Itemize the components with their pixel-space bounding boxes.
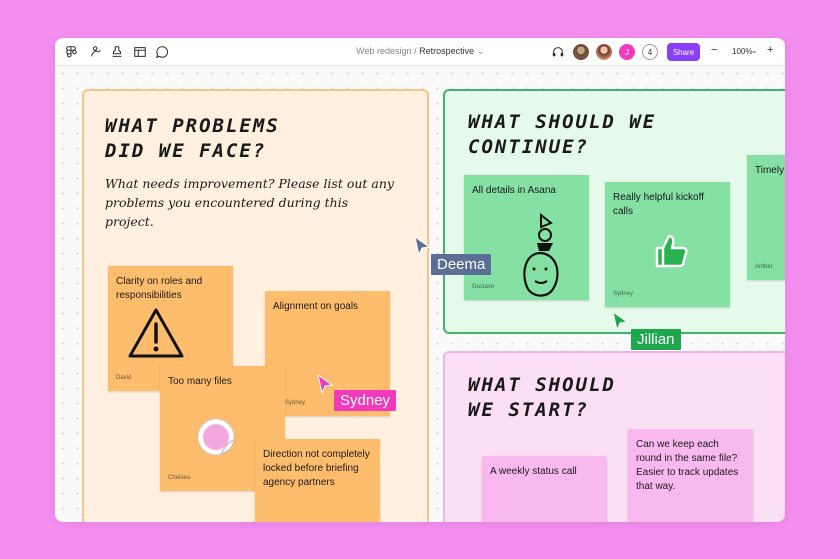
toolbar: Web redesign / Retrospective ⌄ J 4 Share … [55,38,785,66]
note-author: Sydney [285,400,306,406]
breadcrumb-current[interactable]: Retrospective [419,46,474,56]
avatar[interactable] [596,44,612,60]
sticky-note-text: Timely [755,165,785,176]
problems-subtitle: What needs improvement? Please list out … [105,176,394,229]
cursor-arrow-icon [612,311,629,331]
peel-sticker-icon [197,418,235,456]
note-author: Amber [755,264,773,270]
whiteboard-canvas[interactable]: WHAT PROBLEMS DID WE FACE? What needs im… [55,66,785,522]
avatar[interactable] [573,44,589,60]
note-author: Chelsea [168,475,191,481]
headphones-icon[interactable] [550,44,566,60]
face-doodle-icon [523,213,559,297]
zoom-in-button[interactable]: + [767,44,773,56]
continue-heading: WHAT SHOULD WE CONTINUE? [468,111,657,158]
zoom-out-button[interactable]: − [711,44,717,56]
start-heading: WHAT SHOULD WE START? [468,374,616,421]
sticky-note-text: All details in Asana [472,185,556,196]
sticky-note[interactable]: Timely Amber [747,155,785,280]
app-window: Web redesign / Retrospective ⌄ J 4 Share … [55,38,785,522]
chevron-down-icon[interactable]: ⌄ [477,47,484,56]
problems-heading: WHAT PROBLEMS DID WE FACE? [105,115,280,162]
sticky-note-text: Can we keep each round in the same file?… [636,439,739,492]
breadcrumb-parent[interactable]: Web redesign [356,46,411,56]
cursor-label: Deema [431,254,492,275]
sticky-note[interactable]: A weekly status call [482,456,607,522]
cursor-arrow-icon [317,374,334,394]
breadcrumb-separator: / [414,46,417,56]
sticky-note-text: Alignment on goals [273,301,359,312]
zoom-chevron-down-icon[interactable]: ⌄ [751,46,758,55]
sticky-note-text: Direction not completely locked before b… [263,449,370,488]
share-button[interactable]: Share [667,43,700,61]
sticky-note[interactable]: Really helpful kickoff calls Sydney [605,182,730,307]
sticky-note[interactable]: Can we keep each round in the same file?… [628,429,753,522]
note-author: Sydney [613,291,634,297]
avatar-initial[interactable]: J [619,44,635,60]
cursor-arrow-icon [414,236,431,256]
note-author: Gustavo [472,284,495,290]
warning-icon [128,308,184,358]
cursor-label: Sydney [334,390,397,411]
cursor-label: Jillian [631,329,681,350]
sticky-note[interactable]: Direction not completely locked before b… [255,439,380,522]
collaborator-count-badge[interactable]: 4 [642,44,658,60]
sticky-note-text: A weekly status call [490,466,577,477]
thumbs-up-icon [655,234,688,268]
note-author: David [116,375,132,381]
zoom-level[interactable]: 100% [732,47,752,56]
sticky-note-text: Clarity on roles and responsibilities [116,276,203,301]
sticky-note-text: Too many files [168,376,232,387]
sticky-note-text: Really helpful kickoff calls [613,192,704,217]
sticky-note[interactable]: All details in Asana Gustavo [464,175,589,300]
